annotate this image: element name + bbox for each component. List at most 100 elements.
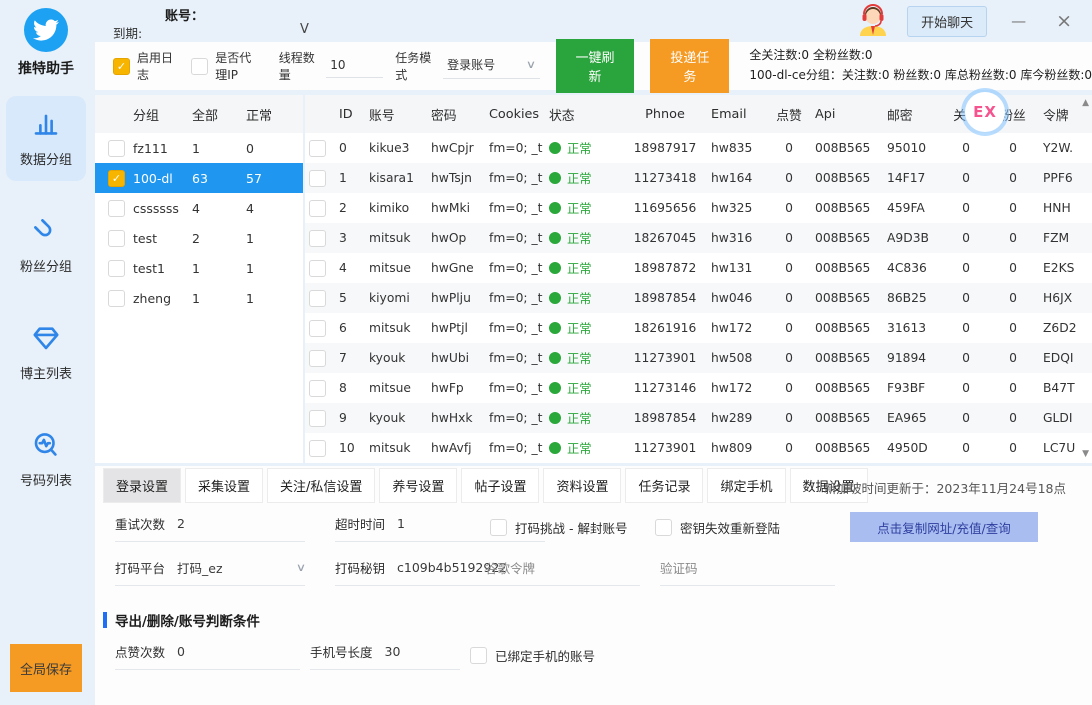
checkbox-icon[interactable] xyxy=(309,170,326,187)
retry-count-field[interactable]: 重试次数 2 xyxy=(115,514,305,542)
google-token-field[interactable]: 谷歌令牌 xyxy=(485,558,640,586)
checkbox-icon[interactable] xyxy=(309,290,326,307)
tab-任务记录[interactable]: 任务记录 xyxy=(625,468,703,503)
tab-采集设置[interactable]: 采集设置 xyxy=(185,468,263,503)
group-total: 1 xyxy=(188,261,242,276)
table-row[interactable]: 9kyoukhwHxkfm=0; _t正常18987854hw2890008B5… xyxy=(305,403,1092,433)
checkbox-icon[interactable] xyxy=(470,647,487,664)
verify-code-field[interactable]: 验证码 xyxy=(660,558,835,586)
captcha-challenge-checkbox[interactable]: 打码挑战 - 解封账号 xyxy=(490,518,627,537)
checkbox-icon[interactable] xyxy=(309,320,326,337)
checkbox-icon[interactable] xyxy=(309,200,326,217)
close-button[interactable]: × xyxy=(1050,10,1078,32)
minimize-button[interactable]: — xyxy=(1003,12,1034,30)
cell: fm=0; _t xyxy=(485,171,545,185)
column-header-7[interactable]: Email xyxy=(707,107,767,122)
group-normal: 57 xyxy=(242,171,296,186)
status-cell: 正常 xyxy=(545,229,623,247)
cell: 0 xyxy=(987,201,1039,215)
tab-关注/私信设置[interactable]: 关注/私信设置 xyxy=(267,468,375,503)
table-row[interactable]: 1kisara1hwTsjnfm=0; _t正常11273418hw164000… xyxy=(305,163,1092,193)
table-row[interactable]: 4mitsuehwGnefm=0; _t正常18987872hw1310008B… xyxy=(305,253,1092,283)
refresh-all-button[interactable]: 一键刷新 xyxy=(556,39,635,93)
checkbox-icon[interactable]: ✓ xyxy=(108,170,125,187)
checkbox-icon[interactable] xyxy=(309,260,326,277)
table-row[interactable]: 8mitsuehwFpfm=0; _t正常11273146hw1720008B5… xyxy=(305,373,1092,403)
checkbox-icon[interactable] xyxy=(108,230,125,247)
ex-badge[interactable]: EX xyxy=(965,92,1005,132)
tab-绑定手机[interactable]: 绑定手机 xyxy=(707,468,785,503)
column-header-6[interactable]: Phnoe xyxy=(623,107,707,122)
tab-资料设置[interactable]: 资料设置 xyxy=(543,468,621,503)
column-header-8[interactable]: 点赞 xyxy=(767,105,811,124)
cell: hwHxk xyxy=(427,411,485,425)
scroll-down-icon[interactable]: ▼ xyxy=(1082,449,1089,459)
copy-url-recharge-button[interactable]: 点击复制网址/充值/查询 xyxy=(850,512,1038,542)
enable-log-checkbox[interactable]: ✓ 启用日志 xyxy=(113,49,175,83)
checkbox-icon[interactable] xyxy=(309,440,326,457)
table-row[interactable]: 10mitsukhwAvfjfm=0; _t正常11273901hw809000… xyxy=(305,433,1092,463)
checkbox-icon[interactable] xyxy=(309,410,326,427)
like-count-field[interactable]: 点赞次数 0 xyxy=(115,642,300,670)
table-row[interactable]: 5kiyomihwPljufm=0; _t正常18987854hw0460008… xyxy=(305,283,1092,313)
tab-养号设置[interactable]: 养号设置 xyxy=(379,468,457,503)
checkbox-icon[interactable] xyxy=(191,58,208,75)
proxy-ip-checkbox[interactable]: 是否代理IP xyxy=(191,49,263,83)
bound-phone-label: 已绑定手机的账号 xyxy=(495,646,595,665)
dispatch-task-button[interactable]: 投递任务 xyxy=(650,39,729,93)
checkbox-icon[interactable] xyxy=(108,200,125,217)
column-header-5[interactable]: 状态 xyxy=(545,105,623,124)
tab-帖子设置[interactable]: 帖子设置 xyxy=(461,468,539,503)
thread-count-input[interactable]: 10 xyxy=(326,55,383,78)
start-chat-button[interactable]: 开始聊天 xyxy=(907,6,987,37)
bound-phone-checkbox[interactable]: 已绑定手机的账号 xyxy=(470,646,595,665)
group-row-zheng[interactable]: zheng11 xyxy=(95,283,303,313)
status-dot-icon xyxy=(549,262,561,274)
column-header-3[interactable]: 密码 xyxy=(427,105,485,124)
captcha-platform-field[interactable]: 打码平台 打码_ez ∨ xyxy=(115,558,305,586)
key-relogin-checkbox[interactable]: 密钥失效重新登陆 xyxy=(655,518,780,537)
table-row[interactable]: 7kyoukhwUbifm=0; _t正常11273901hw5080008B5… xyxy=(305,343,1092,373)
group-row-fz111[interactable]: fz11110 xyxy=(95,133,303,163)
checkbox-icon[interactable] xyxy=(655,519,672,536)
group-row-test1[interactable]: test111 xyxy=(95,253,303,283)
column-header-10[interactable]: 邮密 xyxy=(883,105,945,124)
column-header-2[interactable]: 账号 xyxy=(365,105,427,124)
group-row-100-dl[interactable]: ✓100-dl6357 xyxy=(95,163,303,193)
tab-登录设置[interactable]: 登录设置 xyxy=(103,468,181,503)
sidebar-item-号码列表[interactable]: 号码列表 xyxy=(6,417,86,502)
table-row[interactable]: 3mitsukhwOpfm=0; _t正常18267045hw3160008B5… xyxy=(305,223,1092,253)
status-text: 正常 xyxy=(567,199,592,217)
group-name: cssssss xyxy=(129,201,188,216)
checkbox-icon[interactable] xyxy=(108,140,125,157)
table-row[interactable]: 0kikue3hwCpjrfm=0; _t正常18987917hw8350008… xyxy=(305,133,1092,163)
group-row-test[interactable]: test21 xyxy=(95,223,303,253)
global-save-button[interactable]: 全局保存 xyxy=(10,644,82,692)
sidebar-item-粉丝分组[interactable]: 粉丝分组 xyxy=(6,203,86,288)
group-row-cssssss[interactable]: cssssss44 xyxy=(95,193,303,223)
phone-length-field[interactable]: 手机号长度 30 xyxy=(310,642,460,670)
group-normal: 0 xyxy=(242,141,296,156)
scroll-up-icon[interactable]: ▲ xyxy=(1082,98,1089,108)
task-mode-select[interactable]: 登录账号 ∨ xyxy=(443,53,539,79)
column-header-1[interactable]: ID xyxy=(335,107,365,122)
sidebar-item-数据分组[interactable]: 数据分组 xyxy=(6,96,86,181)
table-rows: 0kikue3hwCpjrfm=0; _t正常18987917hw8350008… xyxy=(305,133,1092,463)
checkbox-icon[interactable] xyxy=(309,380,326,397)
status-text: 正常 xyxy=(567,169,592,187)
checkbox-icon[interactable]: ✓ xyxy=(113,58,130,75)
table-row[interactable]: 6mitsukhwPtjlfm=0; _t正常18261916hw1720008… xyxy=(305,313,1092,343)
checkbox-icon[interactable] xyxy=(490,519,507,536)
checkbox-icon[interactable] xyxy=(309,350,326,367)
checkbox-icon[interactable] xyxy=(108,260,125,277)
cell: hw835 xyxy=(707,141,767,155)
column-header-9[interactable]: Api xyxy=(811,107,883,122)
cell: 0 xyxy=(767,261,811,275)
checkbox-icon[interactable] xyxy=(309,230,326,247)
checkbox-icon[interactable] xyxy=(309,140,326,157)
table-row[interactable]: 2kimikohwMkifm=0; _t正常11695656hw3250008B… xyxy=(305,193,1092,223)
checkbox-icon[interactable] xyxy=(108,290,125,307)
version-dropdown[interactable]: V xyxy=(300,22,309,37)
column-header-4[interactable]: Cookies xyxy=(485,107,545,122)
sidebar-item-博主列表[interactable]: 博主列表 xyxy=(6,310,86,395)
